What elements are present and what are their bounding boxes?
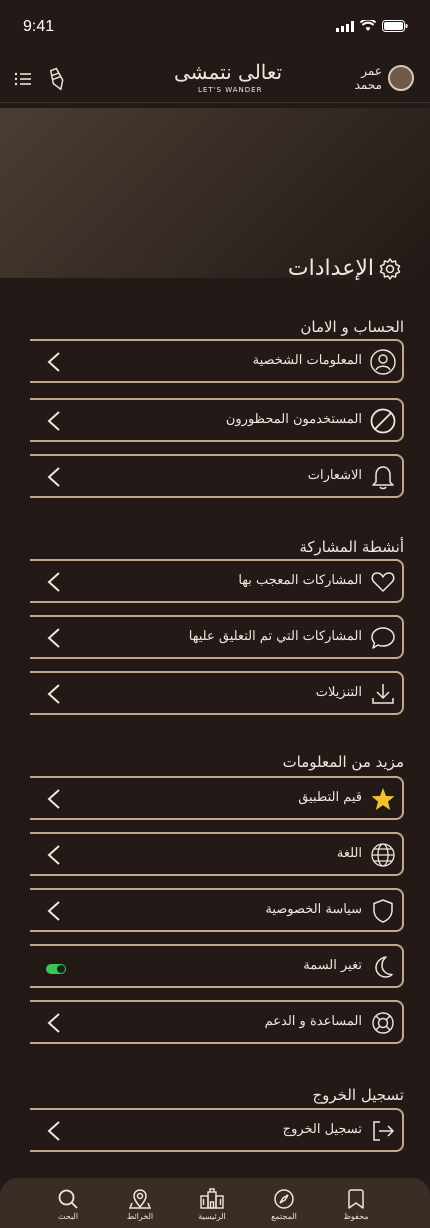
nav-item-community[interactable]: المجتمع xyxy=(259,1184,309,1228)
page-title: الإعدادات xyxy=(288,256,402,281)
cover-banner xyxy=(0,108,430,278)
nav-label-community: المجتمع xyxy=(271,1212,297,1221)
nav-item-maps[interactable]: الخرائط xyxy=(115,1184,165,1228)
nav-label-home: الرئيسية xyxy=(198,1212,226,1221)
row-label: التنزيلات xyxy=(315,685,362,700)
settings-row-theme[interactable]: تغير السمة xyxy=(30,944,404,988)
settings-row-downloads[interactable]: التنزيلات xyxy=(30,671,404,715)
row-label: اللغة xyxy=(336,846,362,861)
chevron-left-icon xyxy=(47,845,60,865)
map-icon xyxy=(129,1189,151,1209)
status-time: 9:41 xyxy=(23,18,55,35)
comment-icon xyxy=(371,627,395,649)
gear-icon xyxy=(379,257,401,280)
settings-row-privacy-policy[interactable]: سياسة الخصوصية xyxy=(30,888,404,932)
status-bar: 9:41 xyxy=(0,0,430,56)
chevron-left-icon xyxy=(47,684,60,704)
shield-icon xyxy=(373,899,393,923)
nav-label-search: البحث xyxy=(57,1212,79,1221)
signal-icon xyxy=(336,20,354,32)
settings-row-personal-info[interactable]: المعلومات الشخصية xyxy=(30,339,404,383)
chevron-left-icon xyxy=(47,467,60,487)
settings-row-liked-posts[interactable]: المشاركات المعجب بها xyxy=(30,559,404,603)
chevron-left-icon xyxy=(47,352,60,372)
compass-icon xyxy=(274,1189,294,1209)
bottom-nav: البحث الخرائط الرئيسية المجتمع محفوظ xyxy=(0,1178,430,1228)
row-label: سياسة الخصوصية xyxy=(265,902,362,917)
user-first-name: عمر xyxy=(361,64,382,78)
app-logo: تعالى نتمشى LET'S WANDER xyxy=(170,56,282,102)
lifebuoy-icon xyxy=(372,1012,394,1034)
bell-icon xyxy=(372,466,394,490)
logo-text: تعالى نتمشى xyxy=(174,60,283,84)
chevron-left-icon xyxy=(47,789,60,809)
map-pin-icon[interactable] xyxy=(46,66,68,92)
nav-item-search[interactable]: البحث xyxy=(43,1184,93,1228)
nav-item-saved[interactable]: محفوظ xyxy=(331,1184,381,1228)
settings-row-blocked-users[interactable]: المستخدمون المحظورون xyxy=(30,398,404,442)
settings-row-commented-posts[interactable]: المشاركات التي تم التعليق عليها xyxy=(30,615,404,659)
row-label: المساعدة و الدعم xyxy=(264,1014,362,1029)
app-header: تعالى نتمشى LET'S WANDER عمر محمد xyxy=(0,56,430,103)
logo-subtitle: LET'S WANDER xyxy=(198,86,263,94)
chevron-left-icon xyxy=(47,411,60,431)
section-title-account: الحساب و الامان xyxy=(300,318,404,336)
row-label: المعلومات الشخصية xyxy=(252,353,362,368)
section-title-logout: تسجيل الخروج xyxy=(312,1086,404,1104)
page-title-text: الإعدادات xyxy=(287,256,374,281)
chevron-left-icon xyxy=(47,901,60,921)
settings-row-notifications[interactable]: الاشعارات xyxy=(30,454,404,498)
section-title-more-info: مزيد من المعلومات xyxy=(282,753,404,771)
building-icon xyxy=(200,1188,224,1209)
download-icon xyxy=(372,684,394,704)
battery-icon xyxy=(382,20,408,32)
chevron-left-icon xyxy=(47,1013,60,1033)
row-label: المشاركات التي تم التعليق عليها xyxy=(188,629,362,644)
chevron-left-icon xyxy=(47,572,60,592)
user-icon xyxy=(370,349,396,375)
settings-row-language[interactable]: اللغة xyxy=(30,832,404,876)
menu-icon[interactable] xyxy=(12,68,34,90)
moon-icon xyxy=(375,956,393,978)
avatar[interactable] xyxy=(388,65,414,91)
row-label: تسجيل الخروج xyxy=(282,1122,362,1137)
row-label: قيم التطبيق xyxy=(298,790,362,805)
section-title-activity: أنشطة المشاركة xyxy=(299,538,404,556)
row-label: المشاركات المعجب بها xyxy=(238,573,362,588)
heart-icon xyxy=(371,572,395,592)
nav-label-saved: محفوظ xyxy=(343,1212,369,1221)
star-icon xyxy=(371,788,395,810)
row-label: تغير السمة xyxy=(303,958,362,973)
bookmark-icon xyxy=(348,1189,364,1209)
user-profile[interactable]: عمر محمد xyxy=(355,64,414,92)
user-names: عمر محمد xyxy=(355,64,382,92)
nav-item-home[interactable]: الرئيسية xyxy=(187,1184,237,1228)
settings-row-rate-app[interactable]: قيم التطبيق xyxy=(30,776,404,820)
nav-label-maps: الخرائط xyxy=(126,1212,154,1221)
row-label: المستخدمون المحظورون xyxy=(225,412,362,427)
chevron-left-icon xyxy=(47,628,60,648)
settings-row-help-support[interactable]: المساعدة و الدعم xyxy=(30,1000,404,1044)
theme-toggle[interactable] xyxy=(46,964,66,974)
search-icon xyxy=(58,1189,78,1209)
block-icon xyxy=(370,408,396,434)
user-last-name: محمد xyxy=(354,78,382,92)
row-label: الاشعارات xyxy=(307,468,362,483)
wifi-icon xyxy=(360,20,376,31)
globe-icon xyxy=(371,843,395,867)
settings-row-logout[interactable]: تسجيل الخروج xyxy=(30,1108,404,1152)
logout-icon xyxy=(373,1121,395,1141)
chevron-left-icon xyxy=(47,1121,60,1141)
status-icons xyxy=(336,20,408,32)
